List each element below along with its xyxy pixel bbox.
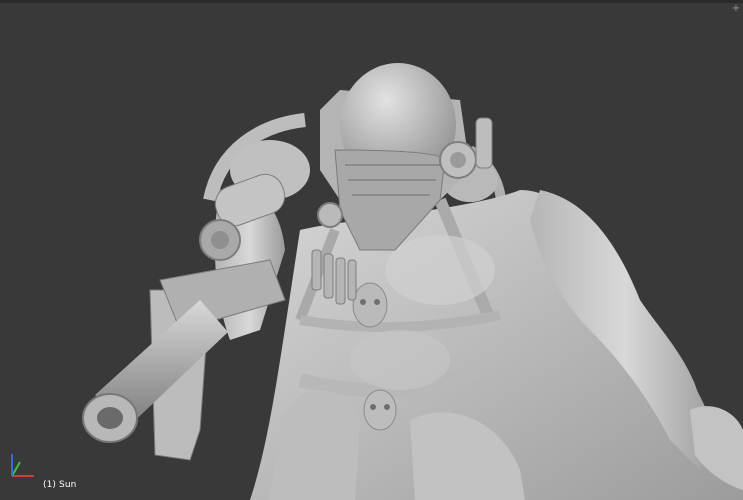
abs-highlight <box>350 330 450 390</box>
3d-viewport[interactable]: + (1) Sun <box>0 0 743 500</box>
chest-skull <box>352 282 388 328</box>
helmet-dial-left <box>317 202 343 228</box>
active-object-label: (1) Sun <box>43 480 77 490</box>
sculpted-character-model[interactable] <box>0 0 743 500</box>
chest-highlight <box>385 235 495 305</box>
orientation-axes-icon <box>11 454 34 477</box>
belt-skull <box>363 389 397 431</box>
helmet-antenna <box>475 117 493 169</box>
